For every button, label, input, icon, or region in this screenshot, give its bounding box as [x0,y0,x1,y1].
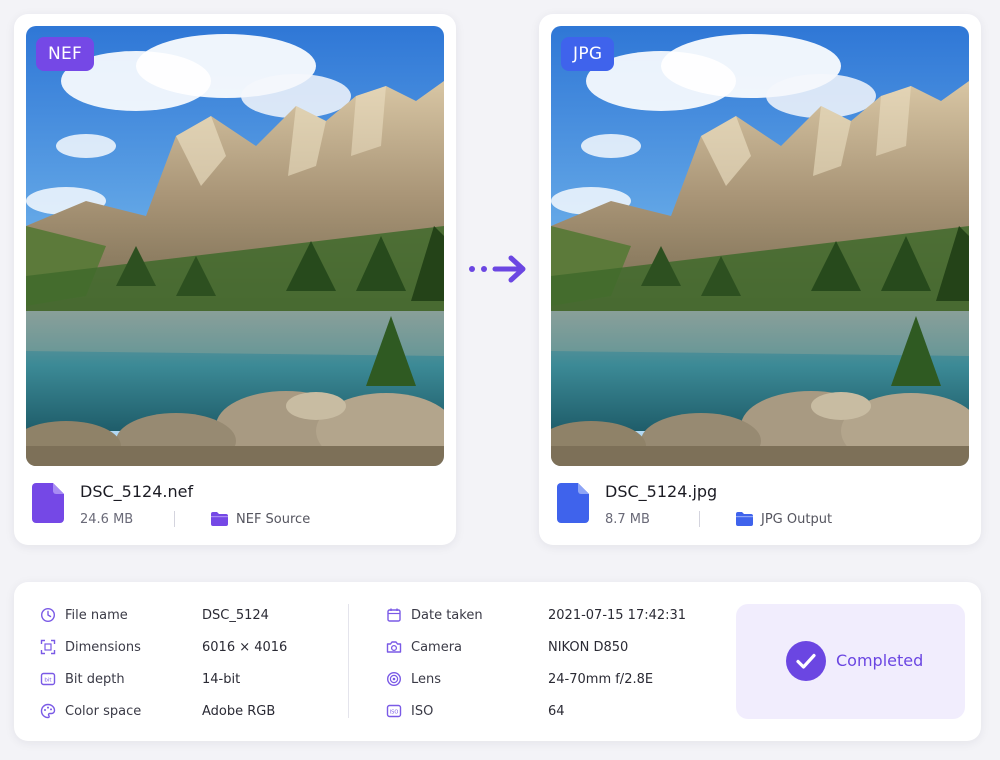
dotted-arrow-right-icon [469,255,526,283]
output-file-size: 8.7 MB [605,512,650,527]
metadata-label: ISO [411,703,434,719]
bit-depth-icon: bit [40,672,56,686]
output-preview-image: JPG [551,26,969,466]
iso-icon: ISO [386,704,402,718]
output-format-badge: JPG [561,37,615,71]
divider [174,511,175,527]
metadata-label: Lens [411,671,442,687]
metadata-value: 2021-07-15 17:42:31 [548,607,687,623]
metadata-value: 14-bit [202,671,241,687]
output-file-card[interactable]: JPG DSC_5124.jpg 8.7 MB JPG Output [539,14,981,545]
metadata-label: Color space [65,703,142,719]
source-folder-label[interactable]: NEF Source [236,512,310,527]
lens-icon [386,671,402,687]
source-format-badge: NEF [36,37,95,71]
source-file-name: DSC_5124.nef [80,482,194,501]
file-icon [557,483,589,523]
divider [348,604,349,718]
calendar-icon [387,608,401,622]
metadata-label: Bit depth [65,671,125,687]
metadata-value: 64 [548,703,565,719]
metadata-value: NIKON D850 [548,639,629,655]
metadata-value: 6016 × 4016 [202,639,288,655]
metadata-row-lens: Lens 24-70mm f/2.8E [386,669,653,689]
metadata-panel: File name DSC_5124 Dimensions 6016 × 401… [14,582,981,741]
metadata-label: File name [65,607,128,623]
metadata-row-date-taken: Date taken 2021-07-15 17:42:31 [386,605,686,625]
folder-icon [736,512,753,526]
check-circle-icon [786,641,826,681]
metadata-label: Dimensions [65,639,141,655]
folder-icon [211,512,228,526]
status-label: Completed [836,651,924,670]
source-file-size: 24.6 MB [80,512,134,527]
metadata-row-camera: Camera NIKON D850 [386,637,628,657]
metadata-value: DSC_5124 [202,607,269,623]
clock-icon [40,607,56,623]
metadata-row-bit-depth: bit Bit depth 14-bit [40,669,240,689]
metadata-row-file-name: File name DSC_5124 [40,605,269,625]
dimensions-icon [40,639,56,655]
output-file-name: DSC_5124.jpg [605,482,718,501]
file-icon [32,483,64,523]
status-badge: Completed [736,604,965,719]
output-folder-label[interactable]: JPG Output [761,512,832,527]
svg-text:bit: bit [44,678,52,684]
source-file-card[interactable]: NEF DSC_5124.nef 24.6 MB NEF Source [14,14,456,545]
svg-text:ISO: ISO [390,709,399,715]
metadata-label: Date taken [411,607,483,623]
palette-icon [40,703,56,719]
source-preview-image: NEF [26,26,444,466]
camera-icon [386,641,402,653]
metadata-row-iso: ISO ISO 64 [386,701,565,721]
metadata-value: Adobe RGB [202,703,276,719]
metadata-value: 24-70mm f/2.8E [548,671,654,687]
metadata-row-color-space: Color space Adobe RGB [40,701,275,721]
metadata-row-dimensions: Dimensions 6016 × 4016 [40,637,287,657]
metadata-label: Camera [411,639,463,655]
divider [699,511,700,527]
